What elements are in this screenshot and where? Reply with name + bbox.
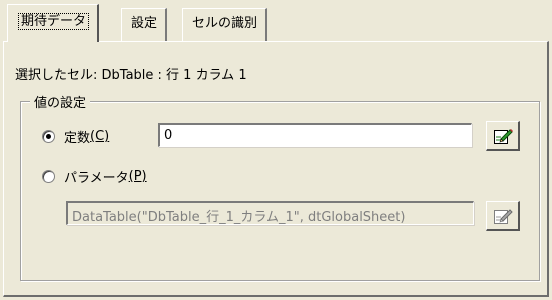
edit-pencil-icon bbox=[493, 208, 513, 224]
tab-settings[interactable]: 設定 bbox=[121, 8, 168, 41]
tab-cell-identification[interactable]: セルの識別 bbox=[182, 8, 268, 41]
constant-label: 定数 bbox=[64, 131, 91, 146]
selected-cell-label: 選択したセル: DbTable : 行 1 カラム 1 bbox=[15, 68, 247, 83]
parameter-value-input[interactable]: DataTable("DbTable_行_1_カラム_1", dtGlobalS… bbox=[66, 201, 474, 225]
constant-edit-button[interactable] bbox=[486, 121, 520, 151]
tab-expected-data[interactable]: 期待データ bbox=[7, 4, 100, 42]
group-title: 値の設定 bbox=[30, 92, 91, 111]
tab-label: 設定 bbox=[131, 16, 158, 31]
parameter-edit-button[interactable] bbox=[486, 201, 520, 231]
constant-value-input[interactable]: 0 bbox=[158, 123, 472, 147]
constant-hotkey: (C) bbox=[90, 129, 110, 144]
radio-unchecked-icon bbox=[42, 170, 55, 183]
edit-pencil-icon bbox=[493, 128, 513, 144]
parameter-hotkey: (P) bbox=[128, 169, 147, 184]
radio-checked-icon bbox=[42, 130, 55, 143]
parameter-label: パラメータ bbox=[64, 171, 129, 186]
tab-label: セルの識別 bbox=[192, 16, 258, 31]
tab-label: 期待データ bbox=[18, 13, 90, 30]
constant-radio[interactable]: 定数 (C) bbox=[42, 127, 109, 146]
parameter-radio[interactable]: パラメータ (P) bbox=[42, 167, 147, 186]
